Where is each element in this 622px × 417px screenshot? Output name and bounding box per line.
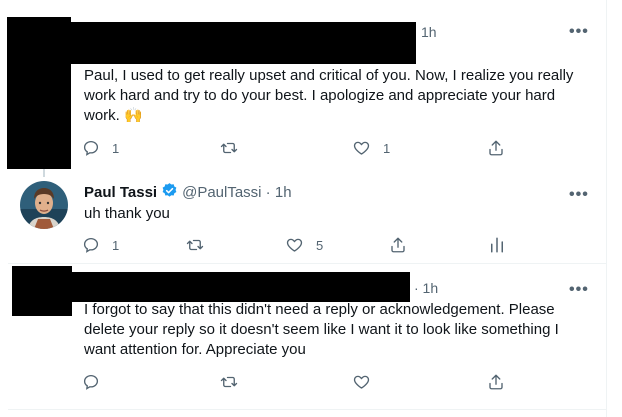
share-button[interactable] [389,236,407,254]
verified-badge-icon [161,182,178,203]
share-icon [489,374,503,390]
timeline-border [606,0,607,417]
tweet-text: uh thank you [84,205,170,222]
more-options-icon[interactable]: ••• [569,282,589,298]
heart-icon [353,141,370,155]
tweet-text: I forgot to say that this didn't need a … [84,301,559,358]
more-options-icon[interactable]: ••• [569,187,589,203]
author-handle-time[interactable]: @PaulTassi · 1h [182,184,291,201]
avatar[interactable] [20,181,68,229]
like-button[interactable] [352,373,383,391]
reply-button[interactable]: 1 [82,236,119,254]
reply-count: 1 [112,237,120,253]
divider [8,409,606,410]
redacted-name [72,272,410,302]
reply-icon [83,374,99,390]
analytics-icon [491,237,503,253]
share-button[interactable] [487,373,505,391]
like-button[interactable]: 5 [285,236,323,254]
redacted-name [71,22,416,64]
analytics-button[interactable] [488,236,506,254]
share-icon [391,237,405,253]
author-row: Paul Tassi @PaulTassi · 1h [84,182,292,203]
redacted-avatar [12,266,72,316]
retweet-button[interactable] [219,139,251,157]
tweet-timestamp[interactable]: · 1h [414,280,438,296]
like-button[interactable]: 1 [352,139,390,157]
more-options-icon[interactable]: ••• [569,24,589,40]
heart-icon [286,238,303,252]
share-button[interactable] [487,139,505,157]
reply-icon [83,237,99,253]
retweet-icon [220,142,238,154]
tweet-timestamp[interactable]: 1h [421,24,437,40]
reply-button[interactable]: 1 [82,139,119,157]
retweet-button[interactable] [219,373,251,391]
share-icon [489,140,503,156]
tweet-text: Paul, I used to get really upset and cri… [84,67,574,124]
reply-count: 1 [112,140,120,156]
thread-line [43,169,45,177]
retweet-icon [220,376,238,388]
like-count: 1 [383,140,391,156]
divider [8,263,606,264]
heart-icon [353,375,370,389]
retweet-button[interactable] [185,236,217,254]
like-count: 5 [316,237,324,253]
redacted-avatar [7,17,71,169]
author-name[interactable]: Paul Tassi [84,184,157,201]
reply-button[interactable] [82,373,112,391]
reply-icon [83,140,99,156]
retweet-icon [186,239,204,251]
